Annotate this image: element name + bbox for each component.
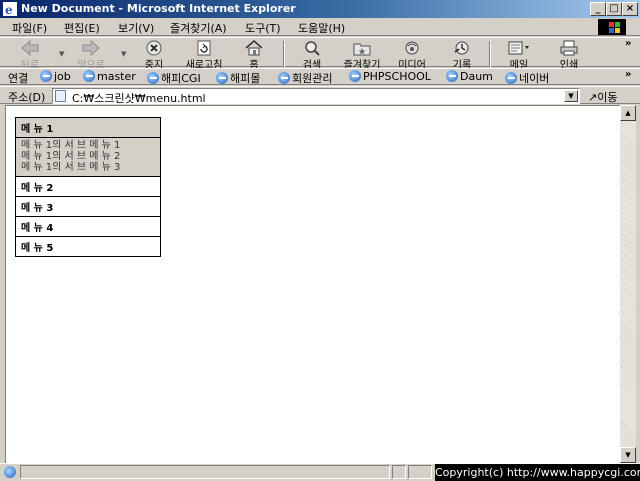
link-member-admin[interactable]: 회원관리 <box>278 70 332 86</box>
chevron-up-icon: ▲ <box>625 109 631 117</box>
maximize-icon: □ <box>609 3 619 14</box>
print-button[interactable]: 인쇄 <box>544 40 594 71</box>
title-bar[interactable]: e New Document - Microsoft Internet Expl… <box>0 0 640 18</box>
stop-button[interactable]: 중지 <box>129 40 179 71</box>
ie-page-icon <box>216 72 228 84</box>
links-bar: 연결 job master 해피CGI 해피몰 회원관리 PHPSCHOOL D… <box>0 68 640 85</box>
link-happymall[interactable]: 해피몰 <box>216 70 260 86</box>
ie-page-icon <box>349 70 361 82</box>
window-title: New Document - Microsoft Internet Explor… <box>21 2 296 15</box>
forward-dropdown-icon[interactable]: ▼ <box>121 50 126 58</box>
menu-bar: 파일(F) 편집(E) 보기(V) 즐겨찾기(A) 도구(T) 도움말(H) <box>0 18 640 36</box>
address-input[interactable]: C:₩스크린샷₩menu.html ▼ <box>52 88 580 105</box>
go-arrow-icon: ↗ <box>588 91 598 104</box>
status-text-pane <box>20 465 390 479</box>
menu-1-submenu-panel: 메 뉴 1의 서 브 메 뉴 1 메 뉴 1의 서 브 메 뉴 2 메 뉴 1의… <box>15 137 161 177</box>
page-icon <box>55 90 66 102</box>
ie-logo-icon: e <box>3 2 17 16</box>
maximize-button[interactable]: □ <box>606 2 622 16</box>
link-naver[interactable]: 네이버 <box>505 70 549 86</box>
printer-icon <box>560 40 578 56</box>
link-happycgi[interactable]: 해피CGI <box>147 70 201 86</box>
ie-page-icon <box>505 72 517 84</box>
ie-page-icon <box>446 70 458 82</box>
toolbar-chevron-icon[interactable]: » <box>625 38 631 49</box>
link-job[interactable]: job <box>40 70 71 83</box>
address-dropdown-button[interactable]: ▼ <box>564 90 578 102</box>
link-daum[interactable]: Daum <box>446 70 493 83</box>
menu-tools[interactable]: 도구(T) <box>245 20 281 36</box>
search-button[interactable]: 검색 <box>287 40 337 71</box>
close-icon: × <box>625 3 635 14</box>
refresh-button[interactable]: 새로고침 <box>179 40 229 71</box>
stop-icon <box>146 40 162 56</box>
chevron-down-icon: ▼ <box>568 92 574 100</box>
ie-page-icon <box>83 70 95 82</box>
media-icon <box>405 41 419 55</box>
submenu-item[interactable]: 메 뉴 1의 서 브 메 뉴 2 <box>21 151 155 162</box>
favorites-button[interactable]: 즐겨찾기 <box>337 40 387 71</box>
minimize-button[interactable]: _ <box>590 2 606 16</box>
status-bar: Copyright(c) http://www.happycgi.com <box>0 463 640 481</box>
menu-help[interactable]: 도움말(H) <box>298 20 345 36</box>
scroll-down-button[interactable]: ▼ <box>620 447 636 463</box>
menu-file[interactable]: 파일(F) <box>12 20 47 36</box>
back-button[interactable]: 뒤로 <box>5 40 55 71</box>
chevron-down-icon: ▼ <box>625 451 631 459</box>
menu-edit[interactable]: 편집(E) <box>64 20 100 36</box>
back-arrow-icon <box>21 40 39 56</box>
ie-page-icon <box>40 70 52 82</box>
windows-logo-icon <box>598 19 626 35</box>
menu-favorites[interactable]: 즐겨찾기(A) <box>170 20 227 36</box>
toolbar-separator <box>283 41 285 67</box>
close-button[interactable]: × <box>622 2 638 16</box>
home-icon <box>245 40 263 56</box>
forward-arrow-icon <box>82 40 100 56</box>
forward-button[interactable]: 앞으로 <box>66 40 116 71</box>
page-content: 메 뉴 1 메 뉴 1의 서 브 메 뉴 1 메 뉴 1의 서 브 메 뉴 2 … <box>5 105 620 463</box>
status-pane <box>392 465 406 479</box>
menu-5[interactable]: 메 뉴 5 <box>15 236 161 257</box>
toolbar-separator <box>489 41 491 67</box>
go-button[interactable]: ↗이동 <box>588 89 617 105</box>
status-pane <box>408 465 432 479</box>
menu-4[interactable]: 메 뉴 4 <box>15 216 161 237</box>
search-icon <box>305 41 320 56</box>
ie-status-icon <box>4 466 16 478</box>
menu-3[interactable]: 메 뉴 3 <box>15 196 161 217</box>
history-icon <box>454 41 469 55</box>
media-button[interactable]: 미디어 <box>387 40 437 71</box>
home-button[interactable]: 홈 <box>229 40 279 71</box>
scroll-up-button[interactable]: ▲ <box>620 105 636 121</box>
go-label: 이동 <box>597 91 618 104</box>
ie-page-icon <box>278 72 290 84</box>
menu-1-header[interactable]: 메 뉴 1 <box>15 117 161 138</box>
svg-text:e: e <box>5 3 13 16</box>
history-button[interactable]: 기록 <box>437 40 487 71</box>
minimize-icon: _ <box>595 3 601 14</box>
address-value: C:₩스크린샷₩menu.html <box>72 92 206 105</box>
vertical-scrollbar[interactable]: ▲ ▼ <box>620 105 636 463</box>
refresh-icon <box>197 40 211 56</box>
link-phpschool[interactable]: PHPSCHOOL <box>349 70 431 83</box>
mail-button[interactable]: 메일 <box>494 40 544 71</box>
links-label: 연결 <box>8 72 29 85</box>
link-master[interactable]: master <box>83 70 136 83</box>
submenu-item[interactable]: 메 뉴 1의 서 브 메 뉴 3 <box>21 162 155 173</box>
menu-view[interactable]: 보기(V) <box>118 20 154 36</box>
standard-toolbar: 뒤로 ▼ 앞으로 ▼ 중지 새로고침 홈 검색 즐겨찾기 미디어 기록 메일 인… <box>0 37 640 71</box>
favorites-folder-icon <box>353 43 371 56</box>
copyright-text: Copyright(c) http://www.happycgi.com <box>435 464 640 481</box>
menu-2[interactable]: 메 뉴 2 <box>15 176 161 197</box>
ie-page-icon <box>147 72 159 84</box>
submenu-item[interactable]: 메 뉴 1의 서 브 메 뉴 1 <box>21 140 155 151</box>
address-label: 주소(D) <box>8 91 46 104</box>
menu-table: 메 뉴 1 메 뉴 1의 서 브 메 뉴 1 메 뉴 1의 서 브 메 뉴 2 … <box>15 117 161 257</box>
address-bar: 주소(D) C:₩스크린샷₩menu.html ▼ ↗이동 <box>0 86 640 105</box>
links-chevron-icon[interactable]: » <box>625 69 631 80</box>
back-dropdown-icon[interactable]: ▼ <box>59 50 64 58</box>
mail-icon <box>508 41 529 55</box>
